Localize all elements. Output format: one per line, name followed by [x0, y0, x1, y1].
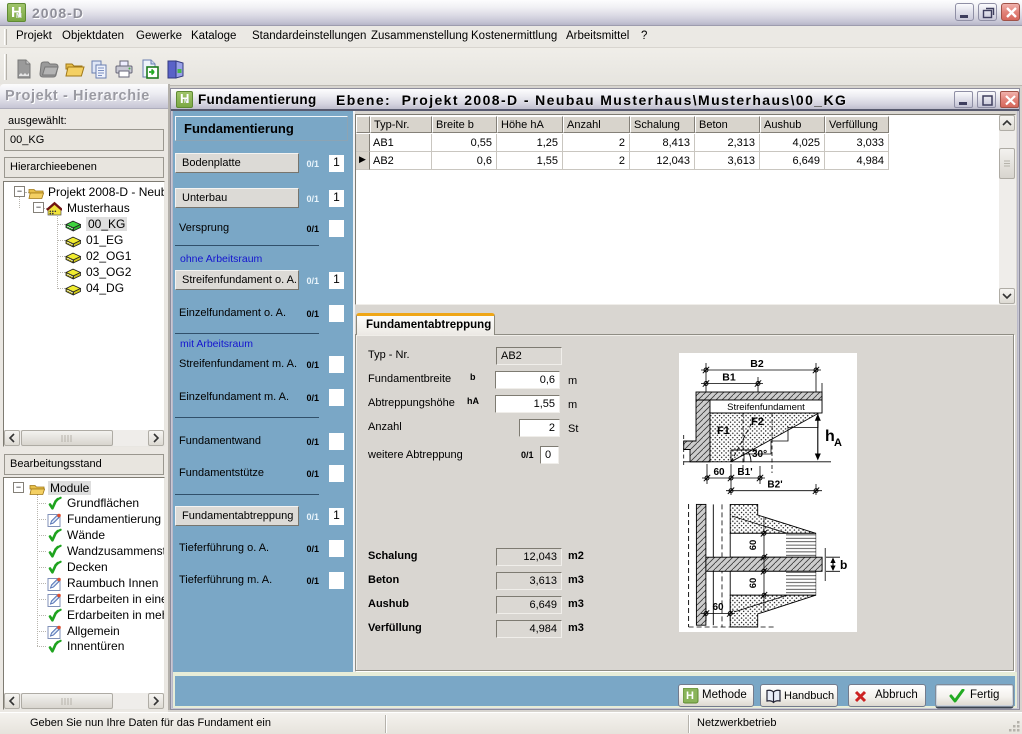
svg-text:B2: B2 [750, 358, 764, 370]
svg-text:60: 60 [748, 578, 759, 589]
svg-text:B1': B1' [737, 467, 752, 478]
svg-text:B1: B1 [722, 372, 736, 384]
svg-text:F2: F2 [751, 416, 764, 428]
svg-text:b: b [840, 558, 847, 572]
svg-text:H: H [686, 690, 694, 702]
svg-text:30°: 30° [752, 449, 767, 460]
svg-text:A: A [834, 437, 842, 449]
svg-text:60: 60 [713, 467, 725, 478]
svg-text:F1: F1 [717, 425, 730, 437]
svg-text:B2': B2' [767, 480, 782, 491]
svg-text:60: 60 [712, 602, 724, 613]
svg-text:Streifenfundament: Streifenfundament [727, 402, 805, 413]
svg-text:60: 60 [748, 540, 759, 551]
